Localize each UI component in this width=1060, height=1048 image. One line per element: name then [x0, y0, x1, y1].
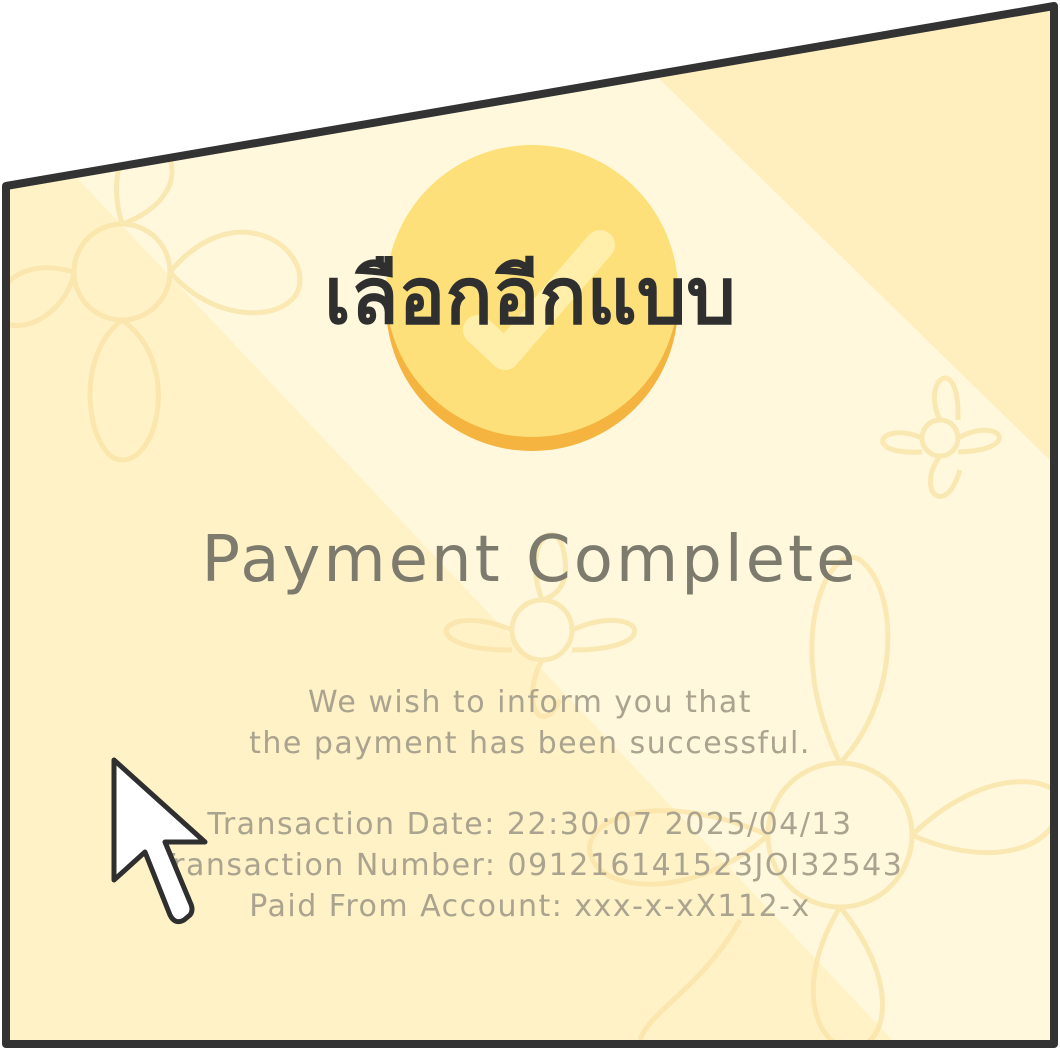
message-line-1: We wish to inform you that: [307, 685, 752, 720]
transaction-date: Transaction Date: 22:30:07 2025/04/13: [207, 807, 853, 842]
payment-complete-heading: Payment Complete: [201, 523, 859, 597]
transaction-number: Transaction Number: 091216141523JOI32543: [156, 848, 904, 883]
page-title: เลือกอีกแบบ: [324, 252, 736, 342]
paid-from-account: Paid From Account: xxx-x-xX112-x: [249, 889, 811, 924]
message-line-2: the payment has been successful.: [249, 726, 811, 761]
